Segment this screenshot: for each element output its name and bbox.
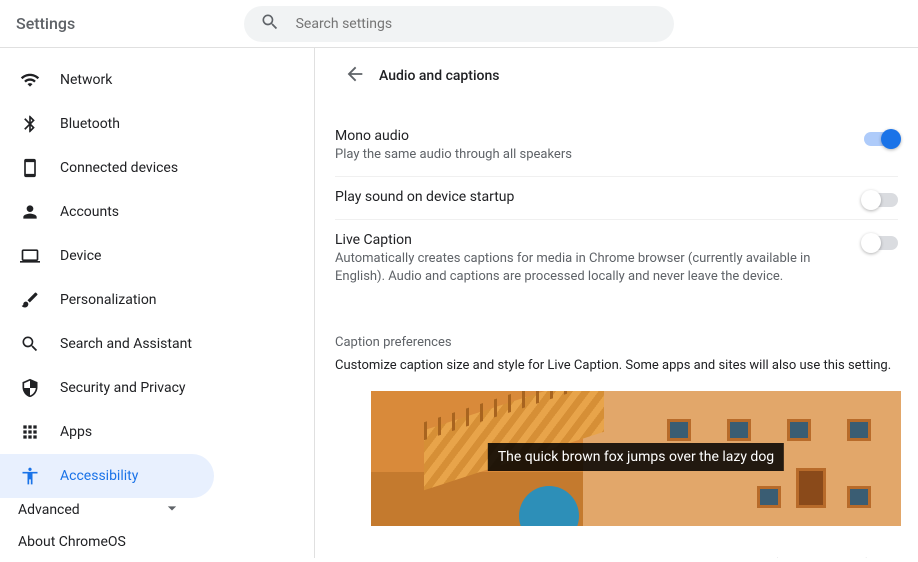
search-input[interactable] bbox=[296, 16, 658, 32]
caption-preferences-label: Caption preferences bbox=[335, 335, 898, 350]
apps-icon bbox=[18, 420, 42, 444]
caption-sample-text: The quick brown fox jumps over the lazy … bbox=[488, 443, 784, 471]
arrow-back-icon bbox=[344, 63, 366, 89]
main-content: Audio and captions Mono audio Play the s… bbox=[315, 48, 918, 558]
text-size-select[interactable]: Medium (Recommended) bbox=[723, 554, 898, 558]
sidebar-item-device[interactable]: Device bbox=[0, 234, 214, 278]
sidebar-item-label: Accessibility bbox=[60, 468, 138, 484]
sidebar-item-label: Bluetooth bbox=[60, 116, 120, 132]
sidebar-item-apps[interactable]: Apps bbox=[0, 410, 214, 454]
top-bar: Settings bbox=[0, 0, 918, 48]
sidebar-item-label: Network bbox=[60, 72, 112, 88]
sidebar-item-security[interactable]: Security and Privacy bbox=[0, 366, 214, 410]
sidebar: Network Bluetooth Connected devices Acco… bbox=[0, 48, 315, 558]
live-caption-title: Live Caption bbox=[335, 232, 864, 248]
caption-preview: The quick brown fox jumps over the lazy … bbox=[371, 391, 901, 526]
chevron-down-icon bbox=[162, 498, 182, 522]
sidebar-item-connected[interactable]: Connected devices bbox=[0, 146, 214, 190]
sidebar-item-search[interactable]: Search and Assistant bbox=[0, 322, 214, 366]
dropdown-arrow-icon bbox=[870, 554, 898, 558]
sidebar-item-label: Search and Assistant bbox=[60, 336, 192, 352]
mono-audio-row: Mono audio Play the same audio through a… bbox=[335, 116, 898, 177]
sidebar-item-bluetooth[interactable]: Bluetooth bbox=[0, 102, 214, 146]
brush-icon bbox=[18, 288, 42, 312]
live-caption-row: Live Caption Automatically creates capti… bbox=[335, 220, 898, 298]
laptop-icon bbox=[18, 244, 42, 268]
mono-audio-desc: Play the same audio through all speakers bbox=[335, 146, 845, 164]
live-caption-toggle[interactable] bbox=[864, 236, 898, 250]
sidebar-item-accounts[interactable]: Accounts bbox=[0, 190, 214, 234]
startup-sound-title: Play sound on device startup bbox=[335, 189, 864, 205]
about-link[interactable]: About ChromeOS bbox=[0, 522, 314, 562]
phone-icon bbox=[18, 156, 42, 180]
sidebar-item-label: Security and Privacy bbox=[60, 380, 186, 396]
bluetooth-icon bbox=[18, 112, 42, 136]
wifi-icon bbox=[18, 68, 42, 92]
sidebar-item-personalization[interactable]: Personalization bbox=[0, 278, 214, 322]
sidebar-item-accessibility[interactable]: Accessibility bbox=[0, 454, 214, 498]
sidebar-item-label: Accounts bbox=[60, 204, 119, 220]
advanced-label: Advanced bbox=[18, 502, 80, 518]
sidebar-item-label: Apps bbox=[60, 424, 92, 440]
sidebar-item-label: Device bbox=[60, 248, 101, 264]
caption-preferences-desc: Customize caption size and style for Liv… bbox=[335, 358, 898, 373]
page-title: Audio and captions bbox=[379, 68, 499, 84]
sidebar-item-label: Personalization bbox=[60, 292, 157, 308]
mono-audio-toggle[interactable] bbox=[864, 132, 898, 146]
search-icon bbox=[260, 12, 280, 36]
sidebar-item-network[interactable]: Network bbox=[0, 58, 214, 102]
person-icon bbox=[18, 200, 42, 224]
text-size-row: Text size Medium (Recommended) bbox=[335, 554, 898, 558]
live-caption-desc: Automatically creates captions for media… bbox=[335, 250, 845, 286]
startup-sound-row: Play sound on device startup bbox=[335, 177, 898, 220]
sidebar-item-label: Connected devices bbox=[60, 160, 178, 176]
app-title: Settings bbox=[16, 14, 75, 33]
startup-sound-toggle[interactable] bbox=[864, 193, 898, 207]
advanced-toggle[interactable]: Advanced bbox=[0, 498, 200, 522]
search-container[interactable] bbox=[244, 6, 674, 42]
mono-audio-title: Mono audio bbox=[335, 128, 864, 144]
back-button[interactable] bbox=[335, 56, 375, 96]
accessibility-icon bbox=[18, 464, 42, 488]
magnify-icon bbox=[18, 332, 42, 356]
shield-icon bbox=[18, 376, 42, 400]
